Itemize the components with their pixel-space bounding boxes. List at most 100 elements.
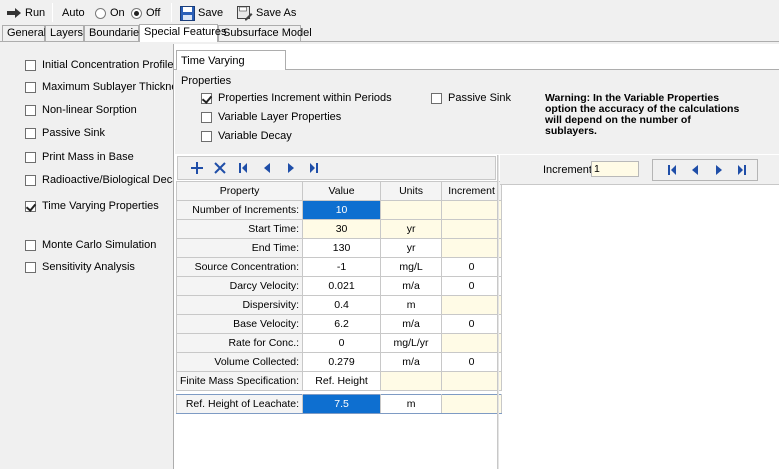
previous-icon[interactable] — [688, 163, 702, 177]
tab-special-features[interactable]: Special Features — [139, 24, 227, 42]
increment-cell[interactable]: 0 — [441, 352, 503, 372]
feature-label: Initial Concentration Profile — [42, 59, 174, 71]
tab-label: Boundaries — [89, 27, 145, 39]
main-toolbar: Run Auto On Off Save Save As — [0, 0, 779, 25]
option-properties-increment-within-periods[interactable]: Properties Increment within Periods — [201, 91, 392, 105]
table-row: Rate for Conc.: 0 mg/L/yr — [175, 333, 503, 353]
feature-radioactive-biological-decay[interactable]: Radioactive/Biological Decay — [25, 173, 184, 187]
value-cell[interactable]: 7.5 — [302, 394, 382, 414]
feature-label: Maximum Sublayer Thickness — [42, 81, 189, 93]
auto-on-radio[interactable]: On — [95, 7, 125, 19]
header-value: Value — [302, 181, 382, 201]
feature-print-mass-in-base[interactable]: Print Mass in Base — [25, 150, 134, 164]
units-cell: m/a — [380, 314, 443, 334]
table-header-row: Property Value Units Increment — [175, 181, 503, 201]
last-icon[interactable] — [735, 163, 749, 177]
auto-off-radio[interactable]: Off — [131, 7, 160, 19]
units-cell: m/a — [380, 276, 443, 296]
increment-input[interactable]: 1 — [591, 161, 639, 177]
table-row: Base Velocity: 6.2 m/a 0 — [175, 314, 503, 334]
increment-cell[interactable] — [441, 238, 503, 258]
increment-cell[interactable] — [441, 295, 503, 315]
property-name: Dispersivity: — [175, 295, 304, 315]
increment-cell[interactable] — [441, 394, 503, 414]
feature-monte-carlo-simulation[interactable]: Monte Carlo Simulation — [25, 238, 156, 252]
increment-cell[interactable]: 0 — [441, 314, 503, 334]
table-row: Source Concentration: -1 mg/L 0 — [175, 257, 503, 277]
increment-cell[interactable]: 0 — [441, 257, 503, 277]
save-button[interactable]: Save — [177, 2, 226, 24]
run-button[interactable]: Run — [3, 2, 48, 24]
next-icon[interactable] — [284, 161, 298, 175]
floppy-disk-icon — [180, 5, 195, 21]
units-cell — [380, 200, 443, 220]
units-cell: mg/L — [380, 257, 443, 277]
checkbox-icon — [25, 81, 36, 93]
previous-icon[interactable] — [260, 161, 274, 175]
feature-maximum-sublayer-thickness[interactable]: Maximum Sublayer Thickness — [25, 80, 189, 94]
radio-icon — [95, 7, 106, 19]
increment-cell[interactable] — [441, 333, 503, 353]
feature-label: Print Mass in Base — [42, 151, 134, 163]
checkbox-icon — [201, 111, 212, 123]
property-name: Start Time: — [175, 219, 304, 239]
value-cell[interactable]: Ref. Height — [302, 371, 382, 391]
save-as-icon — [237, 5, 253, 20]
feature-label: Passive Sink — [42, 127, 105, 139]
increment-cell[interactable] — [441, 371, 503, 391]
tab-time-varying-properties[interactable]: Time Varying Properties — [176, 50, 286, 87]
table-row: End Time: 130 yr — [175, 238, 503, 258]
checkbox-icon — [201, 130, 212, 142]
property-name: Rate for Conc.: — [175, 333, 304, 353]
property-name: Ref. Height of Leachate: — [175, 394, 304, 414]
value-cell[interactable]: 130 — [302, 238, 382, 258]
feature-time-varying-properties[interactable]: Time Varying Properties — [25, 199, 159, 213]
checkbox-icon — [25, 261, 36, 273]
feature-non-linear-sorption[interactable]: Non-linear Sorption — [25, 103, 137, 117]
increment-cell[interactable] — [441, 200, 503, 220]
checkbox-icon — [25, 239, 36, 251]
tab-layers[interactable]: Layers — [45, 25, 84, 41]
value-cell[interactable]: 0.021 — [302, 276, 382, 296]
table-row: Number of Increments: 10 — [175, 200, 503, 220]
value-cell[interactable]: 6.2 — [302, 314, 382, 334]
grid-toolbar — [177, 156, 496, 180]
table-row: Darcy Velocity: 0.021 m/a 0 — [175, 276, 503, 296]
feature-passive-sink[interactable]: Passive Sink — [25, 126, 105, 140]
tab-general[interactable]: General — [2, 25, 46, 41]
table-row-ref-height: Ref. Height of Leachate: 7.5 m — [175, 394, 503, 414]
checkbox-icon — [25, 59, 36, 71]
increment-cell[interactable] — [441, 219, 503, 239]
delete-icon[interactable] — [213, 161, 227, 175]
increment-cell[interactable]: 0 — [441, 276, 503, 296]
last-icon[interactable] — [307, 161, 321, 175]
table-row: Volume Collected: 0.279 m/a 0 — [175, 352, 503, 372]
first-icon[interactable] — [236, 161, 250, 175]
header-units: Units — [380, 181, 443, 201]
property-name: Base Velocity: — [175, 314, 304, 334]
value-cell[interactable]: 30 — [302, 219, 382, 239]
value-cell[interactable]: 0.4 — [302, 295, 382, 315]
property-name: Number of Increments: — [175, 200, 304, 220]
property-name: Finite Mass Specification: — [175, 371, 304, 391]
pane-splitter[interactable] — [497, 155, 499, 469]
tab-label: Layers — [50, 27, 84, 39]
value-cell[interactable]: 10 — [302, 200, 382, 220]
tab-boundaries[interactable]: Boundaries — [84, 25, 145, 41]
add-icon[interactable] — [190, 161, 204, 175]
tab-subsurface-model[interactable]: Subsurface Model — [218, 25, 312, 41]
option-variable-decay[interactable]: Variable Decay — [201, 129, 292, 143]
value-cell[interactable]: 0 — [302, 333, 382, 353]
value-cell[interactable]: 0.279 — [302, 352, 382, 372]
feature-initial-concentration-profile[interactable]: Initial Concentration Profile — [25, 58, 173, 72]
feature-label: Sensitivity Analysis — [42, 261, 135, 273]
option-passive-sink[interactable]: Passive Sink — [431, 91, 511, 105]
next-icon[interactable] — [712, 163, 726, 177]
value-cell[interactable]: -1 — [302, 257, 382, 277]
save-as-button[interactable]: Save As — [234, 2, 299, 24]
feature-sensitivity-analysis[interactable]: Sensitivity Analysis — [25, 260, 135, 274]
units-cell: mg/L/yr — [380, 333, 443, 353]
first-icon[interactable] — [665, 163, 679, 177]
feature-label: Time Varying Properties — [42, 200, 159, 212]
option-variable-layer-properties[interactable]: Variable Layer Properties — [201, 110, 341, 124]
